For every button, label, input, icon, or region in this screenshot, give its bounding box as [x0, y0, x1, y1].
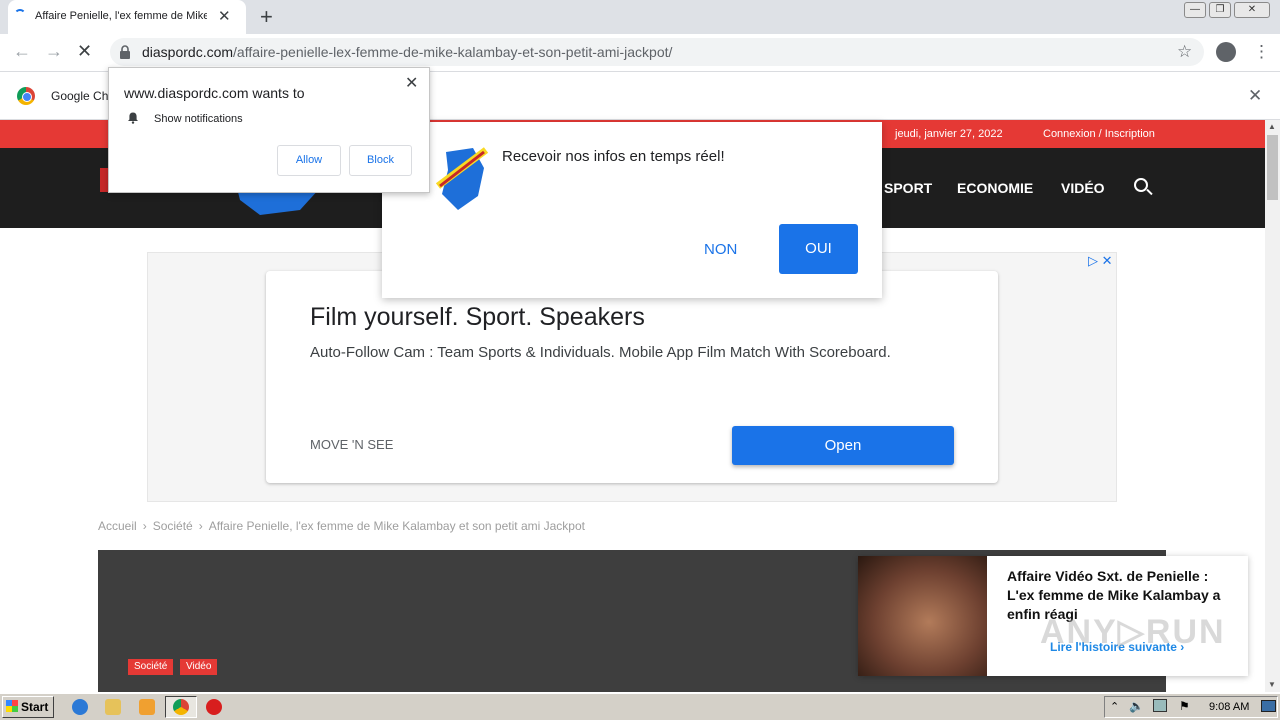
push-dialog-message: Recevoir nos infos en temps réel! [502, 148, 725, 165]
ad-brand: MOVE 'N SEE [310, 437, 394, 452]
chrome-logo-icon [17, 87, 35, 105]
site-date: jeudi, janvier 27, 2022 [895, 128, 1003, 140]
bell-icon [128, 112, 138, 124]
stop-icon[interactable] [206, 699, 222, 715]
breadcrumb-home[interactable]: Accueil [98, 519, 137, 533]
search-icon[interactable] [1134, 178, 1148, 192]
block-button[interactable]: Block [349, 145, 412, 176]
permission-text: Show notifications [154, 113, 243, 125]
push-dialog-logo [435, 147, 488, 210]
allow-button[interactable]: Allow [277, 145, 341, 176]
tab-title: Affaire Penielle, l'ex femme de Mike Kal… [35, 10, 207, 22]
login-link[interactable]: Connexion / Inscription [1043, 128, 1155, 140]
flag-icon[interactable]: ⚑ [1179, 699, 1190, 713]
watermark: ANY▷RUN [1040, 613, 1226, 651]
adchoices-icon[interactable]: ▷ ✕ [1088, 253, 1113, 269]
scroll-down-icon[interactable]: ▼ [1268, 680, 1276, 689]
menu-kebab-icon[interactable]: ⋮ [1253, 42, 1270, 62]
push-yes-button[interactable]: OUI [779, 224, 858, 274]
new-tab-button[interactable]: + [260, 4, 273, 30]
scroll-up-icon[interactable]: ▲ [1268, 122, 1276, 131]
forward-arrow-icon[interactable]: → [45, 41, 63, 62]
breadcrumb-category[interactable]: Société [153, 519, 193, 533]
profile-avatar-icon[interactable] [1216, 42, 1236, 62]
bookmark-star-icon[interactable]: ☆ [1177, 42, 1192, 62]
loading-spinner-icon [14, 9, 26, 21]
internet-explorer-icon[interactable] [72, 699, 88, 715]
nav-link-sport[interactable]: SPORT [884, 180, 932, 196]
page-scrollbar[interactable] [1265, 120, 1280, 692]
next-story-thumbnail[interactable] [858, 556, 987, 676]
stop-loading-icon[interactable]: ✕ [77, 41, 92, 62]
minimize-icon[interactable]: — [1184, 2, 1206, 18]
tray-expand-icon[interactable]: ⌃ [1110, 700, 1119, 713]
tab-close-icon[interactable]: ✕ [218, 7, 231, 25]
restore-icon[interactable]: ❐ [1209, 2, 1231, 18]
ad-description: Auto-Follow Cam : Team Sports & Individu… [310, 344, 891, 361]
tag-video[interactable]: Vidéo [180, 659, 218, 675]
scrollbar-thumb[interactable] [1267, 135, 1278, 200]
back-arrow-icon[interactable]: ← [13, 41, 31, 62]
breadcrumb-separator: › [198, 519, 203, 533]
volume-icon[interactable]: 🔈 [1129, 699, 1144, 713]
nav-link-video[interactable]: VIDÉO [1061, 180, 1105, 196]
url-text[interactable]: diaspordc.com/affaire-penielle-lex-femme… [142, 44, 672, 60]
lock-icon[interactable] [120, 45, 130, 59]
url-domain: diaspordc.com [142, 44, 234, 60]
network-icon[interactable] [1153, 699, 1167, 712]
ad-open-button[interactable]: Open [732, 426, 954, 465]
url-path: /affaire-penielle-lex-femme-de-mike-kala… [233, 44, 673, 60]
window-close-icon[interactable]: ✕ [1234, 2, 1270, 18]
infobar-text: Google Ch [51, 89, 109, 103]
folder-icon[interactable] [105, 699, 121, 715]
taskbar-clock: 9:08 AM [1209, 701, 1250, 713]
ad-title[interactable]: Film yourself. Sport. Speakers [310, 303, 645, 332]
breadcrumb-current: Affaire Penielle, l'ex femme de Mike Kal… [208, 519, 585, 533]
infobar-close-icon[interactable]: ✕ [1248, 86, 1262, 106]
breadcrumb-separator: › [142, 519, 147, 533]
nav-link-economie[interactable]: ECONOMIE [957, 180, 1033, 196]
tag-societe[interactable]: Société [128, 659, 174, 675]
windows-logo-icon [6, 700, 18, 712]
breadcrumb: Accueil › Société › Affaire Penielle, l'ex f… [98, 519, 585, 533]
show-desktop-icon[interactable] [1261, 700, 1276, 712]
chrome-taskbar-icon[interactable] [173, 699, 189, 715]
permission-close-icon[interactable]: ✕ [405, 73, 418, 93]
permission-title: www.diaspordc.com wants to [124, 85, 305, 101]
push-no-button[interactable]: NON [704, 241, 737, 258]
media-player-icon[interactable] [139, 699, 155, 715]
